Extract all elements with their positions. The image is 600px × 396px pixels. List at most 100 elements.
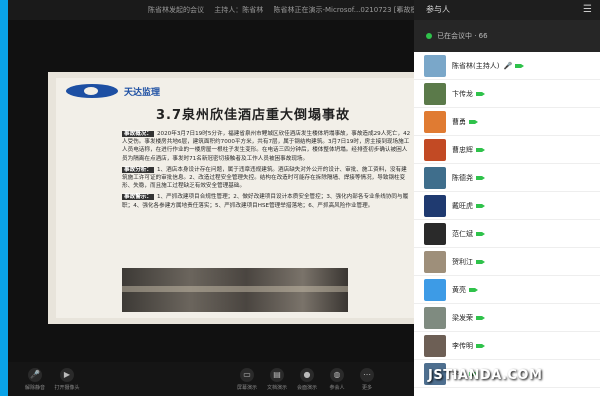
avatar (424, 194, 446, 217)
mic-on-icon: 🎤 (503, 61, 513, 70)
camera-on-icon (476, 315, 485, 320)
menu-icon[interactable]: ☰ (583, 0, 592, 20)
participant-name: 曹勇 (452, 117, 466, 126)
camera-on-icon (476, 91, 485, 96)
participant-row[interactable]: 曹忠辉 (414, 136, 600, 164)
more-button[interactable]: ⋯ 更多 (354, 368, 380, 391)
avatar (424, 250, 446, 273)
slide-body: 事故概况： 2020年3月7日19时5分许，福建省泉州市鲤城区欣佳酒店发生楼体坍塌… (122, 130, 412, 213)
slide-section: 事故概况： 2020年3月7日19时5分许，福建省泉州市鲤城区欣佳酒店发生楼体坍塌… (122, 130, 412, 163)
participant-name: 戴旺虎 (452, 201, 473, 210)
participant-row[interactable]: 黄亮 (414, 276, 600, 304)
camera-on-icon (469, 119, 478, 124)
participant-row[interactable]: 卞传龙 (414, 80, 600, 108)
collapse-scene-photo (122, 268, 348, 312)
avatar (424, 54, 446, 77)
participant-row[interactable]: 曹勇 (414, 108, 600, 136)
in-meeting-status: 已在会议中 · 66 (414, 20, 600, 52)
more-label: 更多 (361, 385, 372, 391)
shared-slide: 天达监理 3.7泉州欣佳酒店重大倒塌事故 事故概况： 2020年3月7日19时5分… (48, 72, 420, 324)
in-meeting-count: 已在会议中 · 66 (437, 32, 488, 40)
camera-on-icon (476, 147, 485, 152)
panel-header: 参与人 ☰ (414, 0, 600, 20)
unmute-button[interactable]: 🎤 解除静音 (22, 368, 48, 391)
participant-name: 曹忠辉 (452, 145, 473, 154)
panel-title: 参与人 (426, 5, 450, 14)
slide-section: 事故分析： 1、酒店本身设计存在问题，属于违章违规建筑。酒店缺失对外公开的设计、审… (122, 166, 412, 191)
avatar (424, 306, 446, 329)
left-accent-strip (0, 0, 8, 396)
video-stage: 陈省林发起的会议 主持人：陈省林 陈省林正在演示-Microsof...0210… (8, 0, 420, 396)
camera-on-icon (476, 231, 485, 236)
section-tag: 事故概况： (122, 131, 154, 137)
site-watermark: JSTIANDA.COM (428, 368, 543, 383)
camera-on-icon (476, 203, 485, 208)
participants-icon: ◍ (330, 368, 344, 382)
participant-row[interactable]: 梁发荣 (414, 304, 600, 332)
bottom-control-bar: 🎤 解除静音 ▶ 打开摄像头 ▭ 屏幕演示 ▤ 文档演示 ● 会面演示 ◍ 参会… (8, 362, 414, 396)
participant-row[interactable]: 陈德尧 (414, 164, 600, 192)
camera-on-icon (515, 63, 525, 68)
chevron-right-icon[interactable]: › (396, 0, 400, 20)
participant-name: 陈省林(主持人) (452, 61, 500, 70)
camera-on-icon (476, 175, 485, 180)
slide-title: 3.7泉州欣佳酒店重大倒塌事故 (156, 108, 351, 123)
camera-on-icon (469, 287, 478, 292)
sharing-status: 陈省林正在演示-Microsof...0210723 [事故模式] (273, 6, 414, 14)
screen-share-label: 屏幕演示 (236, 385, 257, 391)
avatar (424, 110, 446, 133)
camera-button[interactable]: ▶ 打开摄像头 (54, 368, 80, 391)
screen-share-button[interactable]: ▭ 屏幕演示 (234, 368, 260, 391)
camera-on-icon (476, 259, 485, 264)
document-share-label: 文档演示 (266, 385, 287, 391)
screen-share-icon: ▭ (240, 368, 254, 382)
meeting-host: 主持人：陈省林 (214, 6, 264, 14)
participant-name: 梁发荣 (452, 313, 473, 322)
record-button[interactable]: ● 会面演示 (294, 368, 320, 391)
participant-name: 范仁斌 (452, 229, 473, 238)
record-label: 会面演示 (296, 385, 317, 391)
participant-row[interactable]: 李传明 (414, 332, 600, 360)
participant-row[interactable]: 范仁斌 (414, 220, 600, 248)
participant-list: 陈省林(主持人) 🎤 卞传龙 曹勇 曹忠辉 陈德尧 戴旺虎 范仁斌 贺利江 黄亮 梁发荣 李传明 李… (414, 52, 600, 388)
participant-name: 卞传龙 (452, 89, 473, 98)
participant-name: 陈德尧 (452, 173, 473, 182)
avatar (424, 222, 446, 245)
document-icon: ▤ (270, 368, 284, 382)
section-text: 1、严抓改建项目合规性管理；2、做好改建项目设计本质安全管控；3、强化内部各专业… (122, 194, 409, 209)
online-dot-icon (426, 33, 432, 39)
participants-label: 参会人 (329, 385, 345, 391)
slide-section: 事故警示： 1、严抓改建项目合规性管理；2、做好改建项目设计本质安全管控；3、强化… (122, 193, 412, 209)
participant-row[interactable]: 陈省林(主持人) 🎤 (414, 52, 600, 80)
more-icon: ⋯ (360, 368, 374, 382)
participant-name: 贺利江 (452, 257, 473, 266)
meeting-top-bar: 陈省林发起的会议 主持人：陈省林 陈省林正在演示-Microsof...0210… (8, 0, 414, 20)
section-tag: 事故分析： (122, 166, 154, 173)
participant-name: 黄亮 (452, 285, 466, 294)
section-text: 1、酒店本身设计存在问题，属于违章违规建筑。酒店缺失对外公开的设计、审批、施工资… (122, 166, 407, 190)
camera-label: 打开摄像头 (54, 385, 80, 391)
mic-icon: 🎤 (28, 368, 42, 382)
section-tag: 事故警示： (122, 194, 154, 201)
avatar (424, 278, 446, 301)
document-share-button[interactable]: ▤ 文档演示 (264, 368, 290, 391)
unmute-label: 解除静音 (24, 385, 45, 391)
camera-icon: ▶ (60, 368, 74, 382)
avatar (424, 334, 446, 357)
participant-row[interactable]: 戴旺虎 (414, 192, 600, 220)
avatar (424, 166, 446, 189)
logo-icon (66, 84, 118, 98)
meeting-window: 陈省林发起的会议 主持人：陈省林 陈省林正在演示-Microsof...0210… (0, 0, 600, 396)
slide-page: 天达监理 3.7泉州欣佳酒店重大倒塌事故 事故概况： 2020年3月7日19时5分… (56, 78, 416, 318)
meeting-title: 陈省林发起的会议 (148, 6, 204, 14)
section-text: 2020年3月7日19时5分许，福建省泉州市鲤城区欣佳酒店发生楼体坍塌事故，事故… (122, 131, 411, 162)
logo-text: 天达监理 (124, 87, 161, 98)
camera-on-icon (476, 343, 485, 348)
avatar (424, 82, 446, 105)
participant-row[interactable]: 贺利江 (414, 248, 600, 276)
participants-button[interactable]: ◍ 参会人 (324, 368, 350, 391)
record-icon: ● (300, 368, 314, 382)
participant-name: 李传明 (452, 341, 473, 350)
participants-panel: 参与人 ☰ 已在会议中 · 66 陈省林(主持人) 🎤 卞传龙曹勇曹忠辉陈德尧戴旺虎… (414, 0, 600, 396)
avatar (424, 138, 446, 161)
